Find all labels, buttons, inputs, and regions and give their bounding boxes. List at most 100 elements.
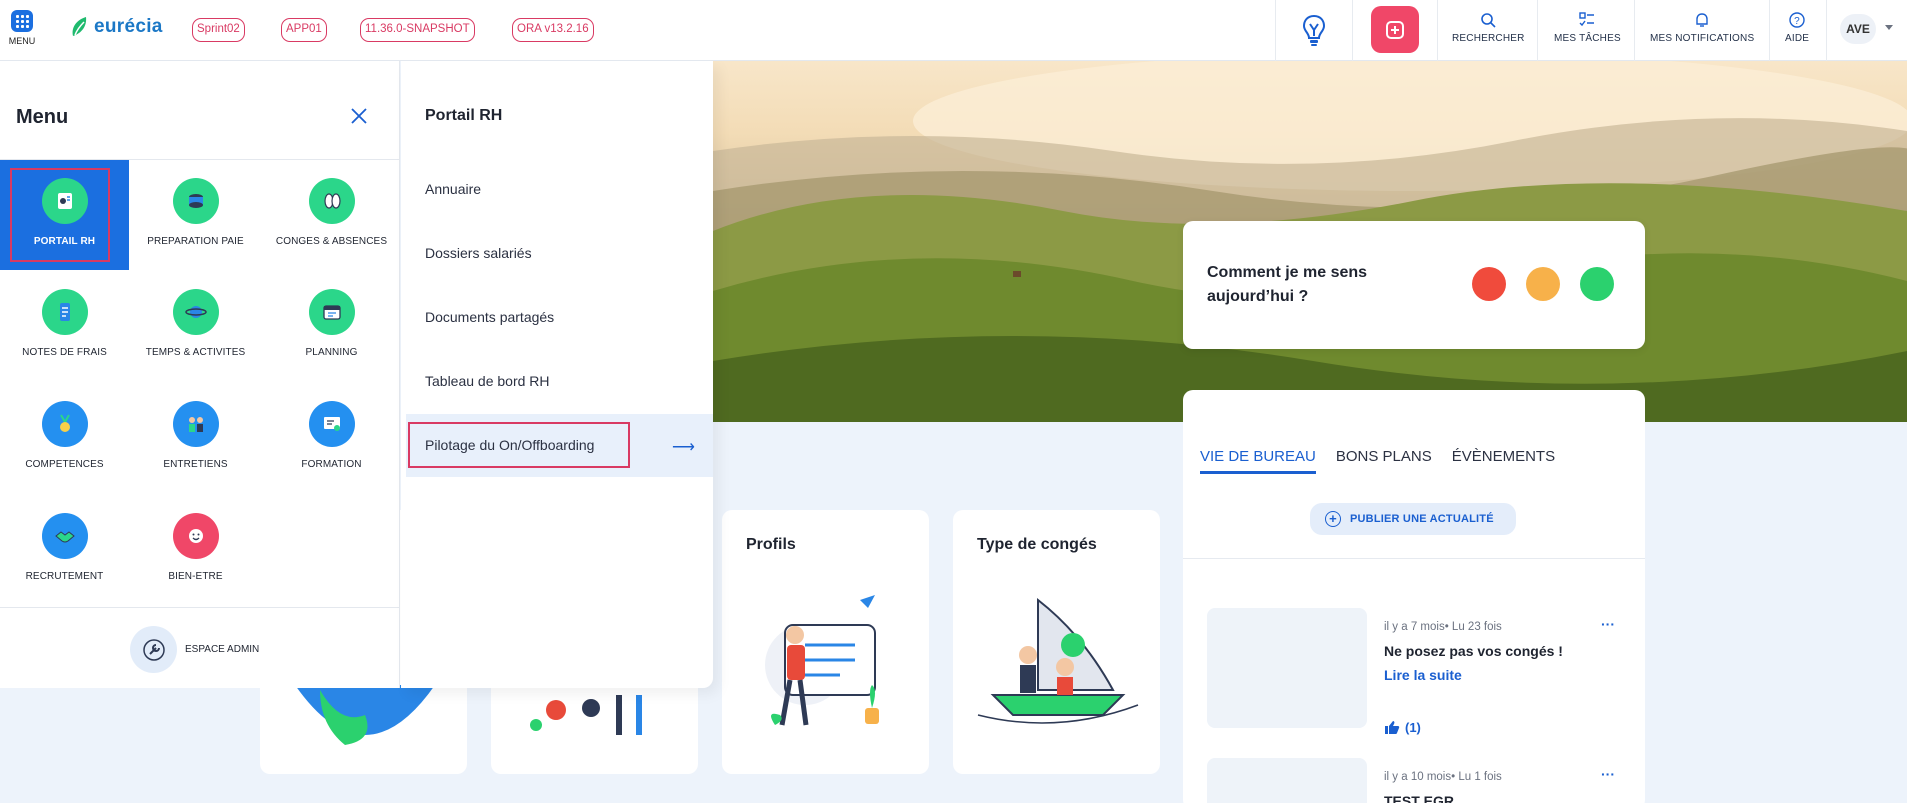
bell-icon (1696, 13, 1708, 27)
thumbs-up-icon (1385, 721, 1400, 734)
profile-board-illustration (765, 595, 879, 726)
plus-circle-icon: + (1325, 511, 1341, 527)
svg-text:?: ? (1794, 16, 1800, 27)
menu-tile-label: COMPETENCES (25, 459, 104, 470)
coins-icon (172, 178, 219, 224)
menu-tile-recrutement[interactable]: RECRUTEMENT (0, 495, 129, 605)
post-title[interactable]: TEST EGR (1384, 793, 1454, 803)
notifications-button[interactable]: MES NOTIFICATIONS (1650, 12, 1754, 44)
admin-space-button[interactable]: ESPACE ADMIN (130, 626, 259, 673)
tasks-icon (1579, 12, 1595, 27)
tab-vie-de-bureau[interactable]: VIE DE BUREAU (1200, 448, 1316, 474)
post-title[interactable]: Ne posez pas vos congés ! (1384, 643, 1563, 659)
version-tag: ORA v13.2.16 (512, 18, 594, 42)
menu-tile-label: TEMPS & ACTIVITES (145, 347, 246, 358)
menu-tile-competences[interactable]: COMPETENCES (0, 383, 129, 493)
happy-face-icon[interactable] (1580, 267, 1614, 301)
publish-news-button[interactable]: + PUBLIER UNE ACTUALITÉ (1310, 503, 1516, 535)
team-illustration (530, 695, 642, 735)
menu-tile-notes-de-frais[interactable]: NOTES DE FRAIS (0, 271, 129, 381)
board-icon (308, 401, 355, 447)
publish-label: PUBLIER UNE ACTUALITÉ (1350, 513, 1494, 525)
grid-icon (11, 10, 33, 32)
news-panel: VIE DE BUREAU BONS PLANS ÉVÈNEMENTS + PU… (1183, 390, 1645, 803)
top-bar: MENU eurécia Sprint02 APP01 11.36.0-SNAP… (0, 0, 1907, 61)
search-label: RECHERCHER (1452, 33, 1525, 44)
medal-icon (41, 401, 88, 447)
post-meta: il y a 10 mois• Lu 1 fois (1384, 771, 1502, 783)
menu-tile-conges-absences[interactable]: CONGES & ABSENCES (267, 160, 396, 270)
read-more-link[interactable]: Lire la suite (1384, 667, 1462, 683)
help-label: AIDE (1785, 33, 1810, 44)
submenu-title: Portail RH (425, 107, 503, 124)
menu-button[interactable]: MENU (7, 10, 37, 46)
smile-icon (172, 513, 219, 559)
sailboat-illustration (977, 597, 1139, 724)
menu-tile-label: ENTRETIENS (163, 459, 228, 470)
chevron-down-icon[interactable] (1885, 25, 1893, 30)
menu-button-label: MENU (8, 36, 36, 46)
tab-bons-plans[interactable]: BONS PLANS (1336, 448, 1432, 474)
tab-evenements[interactable]: ÉVÈNEMENTS (1452, 448, 1555, 474)
globe-illustration (295, 685, 435, 745)
menu-tile-label: NOTES DE FRAIS (22, 347, 107, 358)
help-button[interactable]: ? AIDE (1785, 12, 1809, 44)
planet-icon (172, 289, 219, 335)
post-thumbnail[interactable] (1207, 608, 1367, 728)
handshake-icon (41, 513, 88, 559)
menu-tile-temps-activites[interactable]: TEMPS & ACTIVITES (131, 271, 260, 381)
post-meta: il y a 7 mois• Lu 23 fois (1384, 621, 1502, 633)
menu-title: Menu (16, 106, 69, 128)
close-icon[interactable] (350, 107, 368, 130)
menu-tile-bien-etre[interactable]: BIEN-ETRE (131, 495, 260, 605)
admin-label: ESPACE ADMIN (185, 644, 260, 655)
sad-face-icon[interactable] (1526, 267, 1560, 301)
menu-tile-label: FORMATION (301, 459, 362, 470)
submenu-item-annuaire[interactable]: Annuaire (425, 181, 481, 197)
submenu-panel: Portail RH Annuaire Dossiers salariés Do… (401, 61, 713, 688)
main-menu-panel: Menu PORTAIL RH PREPARATION PAIE CONGES … (0, 61, 400, 688)
menu-tile-entretiens[interactable]: ENTRETIENS (131, 383, 260, 493)
submenu-item-dossiers-salaries[interactable]: Dossiers salariés (425, 245, 532, 261)
notifications-label: MES NOTIFICATIONS (1650, 33, 1755, 44)
menu-tile-label: PLANNING (305, 347, 358, 358)
post-options-icon[interactable]: ··· (1601, 616, 1615, 632)
env-tag: Sprint02 (192, 18, 245, 42)
type-de-conges-card[interactable]: Type de congés (953, 510, 1160, 774)
plus-icon (1386, 20, 1404, 39)
tasks-button[interactable]: MES TÂCHES (1554, 12, 1621, 44)
eurecia-logo[interactable]: eurécia (70, 16, 163, 38)
mood-card: Comment je me sens aujourd’hui ? (1183, 221, 1645, 349)
menu-tile-label: CONGES & ABSENCES (275, 236, 388, 247)
menu-tile-preparation-paie[interactable]: PREPARATION PAIE (131, 160, 260, 270)
receipt-icon (41, 289, 88, 335)
submenu-item-tableau-de-bord-rh[interactable]: Tableau de bord RH (425, 373, 550, 389)
post-thumbnail[interactable] (1207, 758, 1367, 803)
likes-count: (1) (1405, 720, 1421, 735)
idea-bulb-icon[interactable] (1302, 14, 1326, 53)
tasks-label: MES TÂCHES (1554, 33, 1621, 44)
wrench-icon (130, 626, 177, 673)
menu-tile-formation[interactable]: FORMATION (267, 383, 396, 493)
leaf-icon (72, 17, 87, 36)
calendar-icon (308, 289, 355, 335)
card-title: Type de congés (977, 536, 1097, 553)
menu-tile-planning[interactable]: PLANNING (267, 271, 396, 381)
search-button[interactable]: RECHERCHER (1452, 12, 1525, 44)
post-options-icon[interactable]: ··· (1601, 766, 1615, 782)
logo-text: eurécia (94, 16, 163, 37)
profils-card[interactable]: Profils (722, 510, 929, 774)
like-button[interactable]: (1) (1384, 720, 1421, 735)
submenu-item-documents-partages[interactable]: Documents partagés (425, 309, 554, 325)
user-avatar[interactable]: AVE (1840, 14, 1876, 44)
angry-face-icon[interactable] (1472, 267, 1506, 301)
mood-question: Comment je me sens aujourd’hui ? (1207, 264, 1368, 305)
menu-tile-label: BIEN-ETRE (168, 571, 223, 582)
menu-tile-label: PREPARATION PAIE (147, 236, 244, 247)
arrow-right-icon[interactable]: ⟶ (672, 437, 695, 457)
add-button[interactable] (1371, 6, 1419, 53)
search-icon (1481, 13, 1496, 28)
help-icon: ? (1789, 12, 1805, 28)
card-title: Profils (746, 536, 796, 553)
selection-highlight (408, 422, 630, 468)
